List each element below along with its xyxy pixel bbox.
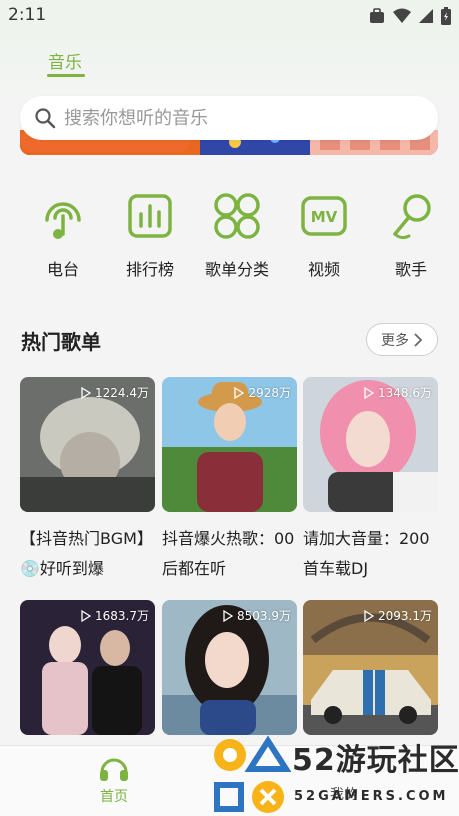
playlist-card[interactable]: 1348.6万 请加大音量：200首车载DJ <box>303 377 438 584</box>
status-icons <box>369 7 451 25</box>
playlist-cover[interactable]: 2928万 <box>162 377 297 512</box>
tab-indicator <box>47 74 85 77</box>
playlist-cover[interactable]: 2093.1万 <box>303 600 438 735</box>
playlist-title[interactable]: 【抖音热门BGM】💿好听到爆 <box>20 524 155 584</box>
briefcase-icon <box>370 8 384 23</box>
playlist-card[interactable]: 2093.1万 <box>303 600 438 735</box>
play-count-value: 1683.7万 <box>95 609 149 623</box>
nav-label-radio: 电台 <box>46 260 79 279</box>
bottom-nav-home[interactable]: 首页 <box>94 754 134 806</box>
status-bar: 2:11 <box>0 0 459 32</box>
watermark: 52游玩社区 52GAMERS.COM <box>210 733 459 816</box>
chevron-right-icon <box>414 332 423 347</box>
search-icon <box>35 108 56 129</box>
search-bar[interactable] <box>20 96 438 140</box>
watermark-domain: 52GAMERS.COM <box>294 789 449 804</box>
nav-item-chart[interactable]: 排行榜 <box>110 190 190 280</box>
signal-icon <box>419 9 433 23</box>
playlist-card[interactable]: 1224.4万 【抖音热门BGM】💿好听到爆 <box>20 377 155 584</box>
search-input[interactable] <box>64 102 424 134</box>
section-title: 热门歌单 <box>21 330 101 354</box>
status-time: 2:11 <box>8 5 47 25</box>
bottom-nav-home-label: 首页 <box>100 789 128 805</box>
more-button[interactable]: 更多 <box>366 323 438 356</box>
radio-icon <box>45 202 81 239</box>
play-count: 2093.1万 <box>364 607 432 624</box>
mv-icon: MV <box>301 196 347 236</box>
play-count: 1348.6万 <box>364 384 432 401</box>
play-count: 1683.7万 <box>81 607 149 624</box>
nav-item-category[interactable]: 歌单分类 <box>197 190 277 280</box>
svg-text:MV: MV <box>311 208 338 226</box>
playlist-title[interactable]: 抖音爆火热歌：00后都在听 <box>162 524 297 584</box>
nav-label-singer: 歌手 <box>394 260 427 279</box>
headphones-icon <box>100 758 128 781</box>
nav-item-singer[interactable]: 歌手 <box>371 190 451 280</box>
tab-music[interactable]: 音乐 <box>48 48 82 73</box>
play-icon <box>364 386 374 399</box>
play-count-value: 2928万 <box>248 386 291 400</box>
playlist-card[interactable]: 2928万 抖音爆火热歌：00后都在听 <box>162 377 297 584</box>
playlist-cover[interactable]: 1683.7万 <box>20 600 155 735</box>
watermark-logo <box>214 735 292 813</box>
play-count-value: 1348.6万 <box>378 386 432 400</box>
playlist-cover[interactable]: 8503.9万 <box>162 600 297 735</box>
watermark-brand: 52游玩社区 <box>292 743 459 778</box>
play-count-value: 8503.9万 <box>237 609 291 623</box>
category-icon <box>214 193 260 239</box>
quick-nav: 电台 排行榜 歌单分类 MV 视频 歌手 <box>0 190 459 290</box>
chart-icon <box>128 194 172 238</box>
playlist-cover[interactable]: 1348.6万 <box>303 377 438 512</box>
play-count: 1224.4万 <box>81 384 149 401</box>
wifi-icon <box>393 8 411 23</box>
play-count-value: 1224.4万 <box>95 386 149 400</box>
nav-item-radio[interactable]: 电台 <box>23 190 103 280</box>
battery-icon <box>441 7 451 25</box>
nav-label-category: 歌单分类 <box>204 260 269 279</box>
playlist-card[interactable]: 1683.7万 <box>20 600 155 735</box>
more-label: 更多 <box>381 332 409 349</box>
play-count: 8503.9万 <box>223 607 291 624</box>
play-count-value: 2093.1万 <box>378 609 432 623</box>
nav-item-video[interactable]: MV 视频 <box>284 190 364 280</box>
play-icon <box>364 609 374 622</box>
play-icon <box>81 386 91 399</box>
nav-label-chart: 排行榜 <box>125 260 174 279</box>
play-icon <box>81 609 91 622</box>
playlist-cover[interactable]: 1224.4万 <box>20 377 155 512</box>
playlist-card[interactable]: 8503.9万 <box>162 600 297 735</box>
playlist-title[interactable]: 请加大音量：200首车载DJ <box>303 524 438 584</box>
nav-label-video: 视频 <box>307 260 340 279</box>
play-count: 2928万 <box>234 384 291 401</box>
top-header: 音乐 <box>0 32 459 92</box>
microphone-icon <box>393 194 431 240</box>
play-icon <box>223 609 233 622</box>
play-icon <box>234 386 245 399</box>
